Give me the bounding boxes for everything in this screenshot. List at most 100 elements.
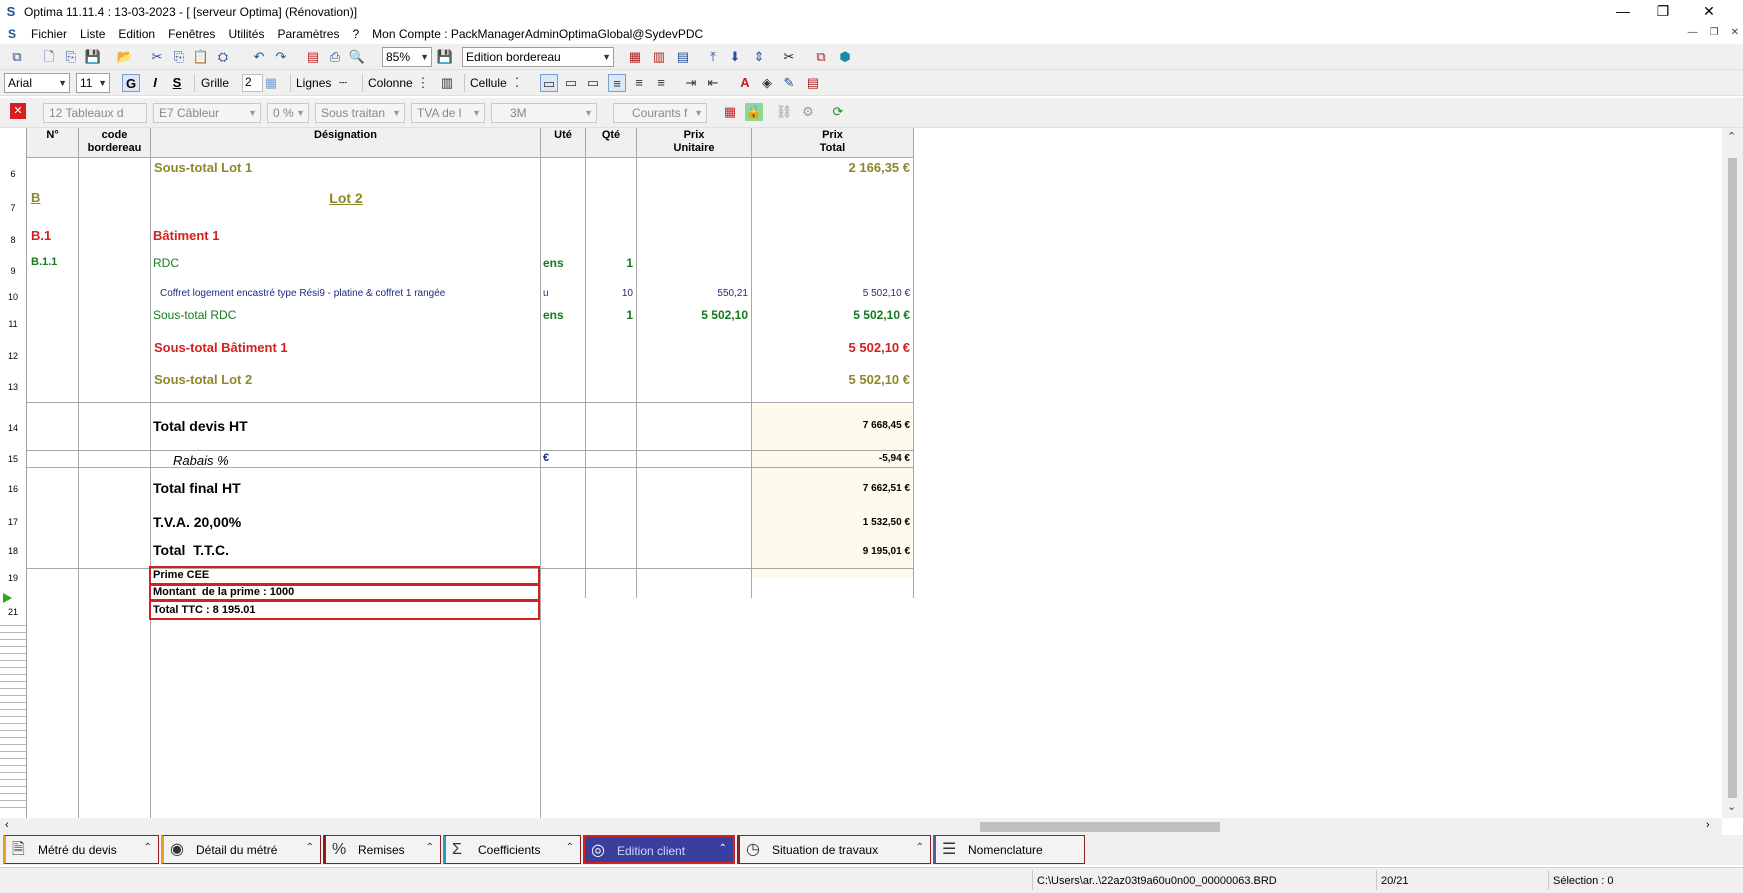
view-mode-select[interactable]: Edition bordereau ▼: [462, 47, 614, 67]
grid-icon[interactable]: ▦: [262, 74, 280, 92]
mdi-restore-icon[interactable]: ❐: [1710, 27, 1719, 38]
align-center-icon[interactable]: ≡: [630, 74, 648, 92]
mdi-close-icon[interactable]: ✕: [1731, 27, 1739, 38]
format-painter-icon[interactable]: ✎: [780, 74, 798, 92]
cell-ute[interactable]: ens: [543, 256, 564, 270]
column-header-designation[interactable]: Désignation: [151, 128, 541, 158]
font-select[interactable]: Arial ▼: [4, 73, 70, 93]
cell-prix-unitaire[interactable]: 5 502,10: [637, 308, 748, 322]
cell-total[interactable]: 1 532,50 €: [752, 517, 910, 528]
cell-code[interactable]: B: [31, 190, 40, 205]
tab-remises[interactable]: % Remises ⌃: [323, 835, 441, 864]
fill-color-icon[interactable]: ◈: [758, 74, 776, 92]
cell-ute[interactable]: u: [543, 288, 549, 299]
lock-icon[interactable]: 🔒: [745, 103, 763, 121]
line-style-icon[interactable]: ┄: [334, 74, 352, 92]
italic-button[interactable]: I: [146, 74, 164, 92]
cell-designation[interactable]: RDC: [153, 256, 179, 270]
cell-ute[interactable]: ens: [543, 308, 564, 322]
close-icon[interactable]: ✕: [10, 103, 26, 119]
border-middle-icon[interactable]: ▭: [562, 74, 580, 92]
cell-designation[interactable]: Sous-total RDC: [153, 308, 236, 322]
cell-qte[interactable]: 1: [586, 308, 633, 322]
settings-icon[interactable]: ⚙: [799, 103, 817, 121]
column-header-prix-unitaire[interactable]: Prix Unitaire: [637, 128, 752, 158]
windows-icon[interactable]: ⧉: [8, 48, 26, 66]
zoom-select[interactable]: 85% ▼: [382, 47, 432, 67]
grille-value-input[interactable]: 2: [242, 74, 263, 92]
caret-up-icon[interactable]: ⌃: [719, 835, 727, 862]
cell-total[interactable]: 5 502,10 €: [752, 340, 910, 355]
align-left-icon[interactable]: ≡: [608, 74, 626, 92]
cell-total[interactable]: 5 502,10 €: [752, 308, 910, 322]
cell-total[interactable]: 5 502,10 €: [752, 288, 910, 299]
scroll-right-icon[interactable]: ›: [1706, 819, 1710, 831]
courants-select[interactable]: Courants f ▼: [613, 103, 707, 123]
undo-icon[interactable]: ↶: [250, 48, 268, 66]
move-updown-icon[interactable]: ⇕: [750, 48, 768, 66]
font-color-icon[interactable]: A: [736, 74, 754, 92]
column-header-prix-total[interactable]: Prix Total: [752, 128, 914, 158]
menu-edition[interactable]: Edition: [118, 27, 168, 41]
link-icon[interactable]: ⛓: [775, 103, 793, 121]
cell-total[interactable]: -5,94 €: [752, 453, 910, 464]
scroll-down-icon[interactable]: ⌄: [1727, 800, 1736, 813]
cube-icon[interactable]: ⬢: [836, 48, 854, 66]
clear-format-icon[interactable]: ▤: [804, 74, 822, 92]
print-icon[interactable]: ⎙: [326, 48, 344, 66]
row-number[interactable]: 6: [0, 169, 26, 179]
horizontal-scroll-thumb[interactable]: [980, 822, 1220, 832]
row-number[interactable]: 15: [0, 454, 26, 464]
tab-situation-de-travaux[interactable]: ◷ Situation de travaux ⌃: [737, 835, 931, 864]
tab-edition-client[interactable]: ◎ Edition client ⌃: [583, 835, 735, 864]
edit-view-icon[interactable]: ▦: [626, 48, 644, 66]
caret-up-icon[interactable]: ⌃: [566, 834, 574, 861]
3m-select[interactable]: 3M ▼: [491, 103, 597, 123]
row-number[interactable]: 7: [0, 203, 26, 213]
column-split-icon[interactable]: ▥: [438, 74, 456, 92]
scroll-left-icon[interactable]: ‹: [5, 819, 9, 831]
column-header-code[interactable]: code bordereau: [79, 128, 151, 158]
caret-up-icon[interactable]: ⌃: [426, 834, 434, 861]
cell-designation[interactable]: Sous-total Lot 2: [154, 372, 252, 387]
border-bottom-icon[interactable]: ▭: [584, 74, 602, 92]
cell-designation[interactable]: Prime CEE: [153, 569, 209, 581]
tva-select[interactable]: TVA de l ▼: [411, 103, 485, 123]
row-number[interactable]: 19: [0, 573, 26, 583]
scroll-up-icon[interactable]: ⌃: [1727, 130, 1736, 143]
cell-designation[interactable]: Total T.T.C.: [153, 542, 229, 558]
outdent-icon[interactable]: ⇤: [704, 74, 722, 92]
cell-code[interactable]: B.1: [31, 228, 51, 243]
restore-button[interactable]: ❐: [1640, 0, 1686, 24]
row-number[interactable]: 8: [0, 235, 26, 245]
cell-prix-unitaire[interactable]: 550,21: [637, 288, 748, 299]
vertical-scrollbar[interactable]: ⌃ ⌄: [1722, 128, 1743, 818]
row-number[interactable]: 10: [0, 292, 26, 302]
cell-designation[interactable]: Coffret logement encastré type Rési9 - p…: [160, 288, 445, 299]
tab-metre-du-devis[interactable]: 🗎 Métré du devis ⌃: [3, 835, 159, 864]
paste-special-icon[interactable]: ⛭: [214, 48, 232, 66]
caret-up-icon[interactable]: ⌃: [306, 834, 314, 861]
cell-designation[interactable]: T.V.A. 20,00%: [153, 514, 241, 530]
font-size-select[interactable]: 11 ▼: [76, 73, 110, 93]
cut-icon[interactable]: ✂: [148, 48, 166, 66]
open-folder-icon[interactable]: 📂: [116, 48, 134, 66]
move-top-icon[interactable]: ⤒: [704, 48, 722, 66]
row-number[interactable]: 16: [0, 484, 26, 494]
copy-document-icon[interactable]: ⎘: [62, 48, 80, 66]
align-right-icon[interactable]: ≡: [652, 74, 670, 92]
save-view-icon[interactable]: 💾: [436, 48, 454, 66]
cell-designation[interactable]: Montant de la prime : 1000: [153, 586, 294, 598]
refresh-icon[interactable]: ⟳: [829, 103, 847, 121]
layout-view-icon[interactable]: ▤: [674, 48, 692, 66]
cell-designation[interactable]: Bâtiment 1: [153, 228, 219, 243]
tab-coefficients[interactable]: Σ Coefficients ⌃: [443, 835, 581, 864]
column-style-icon[interactable]: ⋮: [414, 74, 432, 92]
tableaux-select[interactable]: 12 Tableaux d: [43, 103, 147, 123]
cell-designation[interactable]: Total TTC : 8 195.01: [153, 604, 256, 616]
cell-total[interactable]: 5 502,10 €: [752, 372, 910, 387]
cell-designation[interactable]: Total devis HT: [153, 418, 248, 434]
percent-select[interactable]: 0 % ▼: [267, 103, 309, 123]
columns-view-icon[interactable]: ▥: [650, 48, 668, 66]
menu-help[interactable]: ?: [352, 27, 372, 41]
